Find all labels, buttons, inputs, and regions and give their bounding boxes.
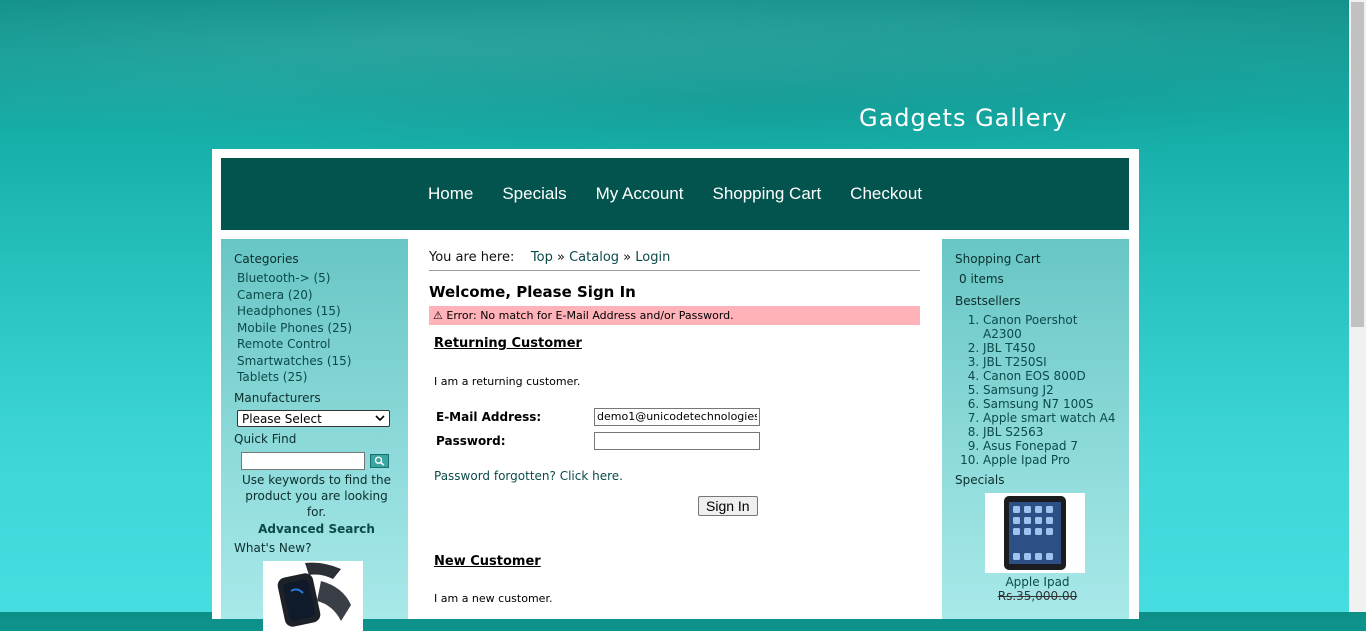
manufacturers-select[interactable]: Please Select [237,409,390,427]
manufacturers-heading: Manufacturers [234,390,321,405]
breadcrumb-prefix: You are here: [429,250,515,265]
bestseller-item[interactable]: Samsung J2 [983,383,1120,397]
bestseller-item[interactable]: JBL S2563 [983,425,1120,439]
page-title: Welcome, Please Sign In [429,283,636,301]
bestseller-item[interactable]: JBL T450 [983,341,1120,355]
password-label: Password: [436,434,506,449]
new-customer-title: New Customer [434,554,541,569]
category-item[interactable]: Bluetooth-> (5) [237,270,399,287]
whats-new-product-image[interactable] [263,560,363,631]
special-old-price: Rs.35,000.00 [997,589,1078,603]
main-content: You are here: Top » Catalog » Login Welc… [429,250,920,605]
special-product-name[interactable]: Apple Ipad [955,575,1120,589]
nav-shopping-cart[interactable]: Shopping Cart [712,184,821,204]
categories-heading: Categories [234,252,299,266]
warning-icon: ⚠ [433,309,443,322]
error-message: ⚠ Error: No match for E-Mail Address and… [429,306,920,325]
breadcrumb-separator: » [623,250,632,265]
page-scrollbar[interactable] [1349,0,1366,612]
nav-specials[interactable]: Specials [502,184,566,204]
sign-in-button[interactable]: Sign In [698,496,758,516]
quickfind-input[interactable] [241,451,365,470]
login-form: E-Mail Address: Password: [434,403,762,452]
bestseller-item[interactable]: Apple Ipad Pro [983,453,1120,467]
site-title: Gadgets Gallery [859,104,1068,132]
bestseller-item[interactable]: JBL T250SI [983,355,1120,369]
main-navigation: Home Specials My Account Shopping Cart C… [221,158,1129,230]
nav-home[interactable]: Home [428,184,473,204]
bestseller-item[interactable]: Canon EOS 800D [983,369,1120,383]
password-field[interactable] [594,432,760,450]
breadcrumb-separator: » [556,250,565,265]
category-item[interactable]: Camera (20) [237,287,399,304]
returning-customer-text: I am a returning customer. [434,375,581,388]
nav-my-account[interactable]: My Account [596,184,684,204]
email-label: E-Mail Address: [436,409,542,424]
nav-checkout[interactable]: Checkout [850,184,922,204]
chevron-down-icon [375,414,385,421]
quickfind-hint: Use keywords to find the product you are… [242,472,391,519]
category-item[interactable]: Mobile Phones (25) [237,320,399,337]
bestseller-item[interactable]: Samsung N7 100S [983,397,1120,411]
header-background [0,0,1348,150]
category-item[interactable]: Tablets (25) [237,369,399,386]
password-forgotten-link[interactable]: Password forgotten? Click here. [434,469,920,483]
new-customer-text: I am a new customer. [434,592,553,605]
breadcrumb-login[interactable]: Login [635,250,670,265]
category-item[interactable]: Smartwatches (15) [237,353,399,370]
returning-customer-title: Returning Customer [434,336,582,351]
smartwatch-image [277,562,351,627]
cart-heading[interactable]: Shopping Cart [955,252,1120,266]
category-item[interactable]: Headphones (15) [237,303,399,320]
error-text: Error: No match for E-Mail Address and/o… [446,309,734,322]
breadcrumb: You are here: Top » Catalog » Login [429,250,920,271]
bestseller-item[interactable]: Asus Fonepad 7 [983,439,1120,453]
whats-new-heading: What's New? [234,540,312,555]
tablet-image [1004,496,1066,570]
quickfind-heading: Quick Find [234,431,297,446]
scrollbar-thumb[interactable] [1351,2,1364,327]
special-product-image[interactable] [985,493,1085,573]
specials-heading: Specials [955,473,1005,487]
category-list: Bluetooth-> (5) Camera (20) Headphones (… [237,270,399,386]
search-icon[interactable] [370,453,389,468]
bestseller-item[interactable]: Apple smart watch A4 [983,411,1120,425]
manufacturers-selected: Please Select [242,411,322,426]
left-sidebar: Categories Bluetooth-> (5) Camera (20) H… [221,239,408,631]
breadcrumb-catalog[interactable]: Catalog [569,250,619,265]
cart-items-count: 0 items [959,272,1004,286]
breadcrumb-top[interactable]: Top [531,250,553,265]
category-item[interactable]: Remote Control [237,336,399,353]
email-field[interactable] [594,407,760,426]
bestsellers-list: Canon Poershot A2300 JBL T450 JBL T250SI… [955,313,1120,467]
bestsellers-heading: Bestsellers [955,294,1021,308]
bestseller-item[interactable]: Canon Poershot A2300 [983,313,1120,341]
right-sidebar: Shopping Cart 0 items Bestsellers Canon … [942,239,1129,619]
advanced-search-link[interactable]: Advanced Search [234,520,399,538]
